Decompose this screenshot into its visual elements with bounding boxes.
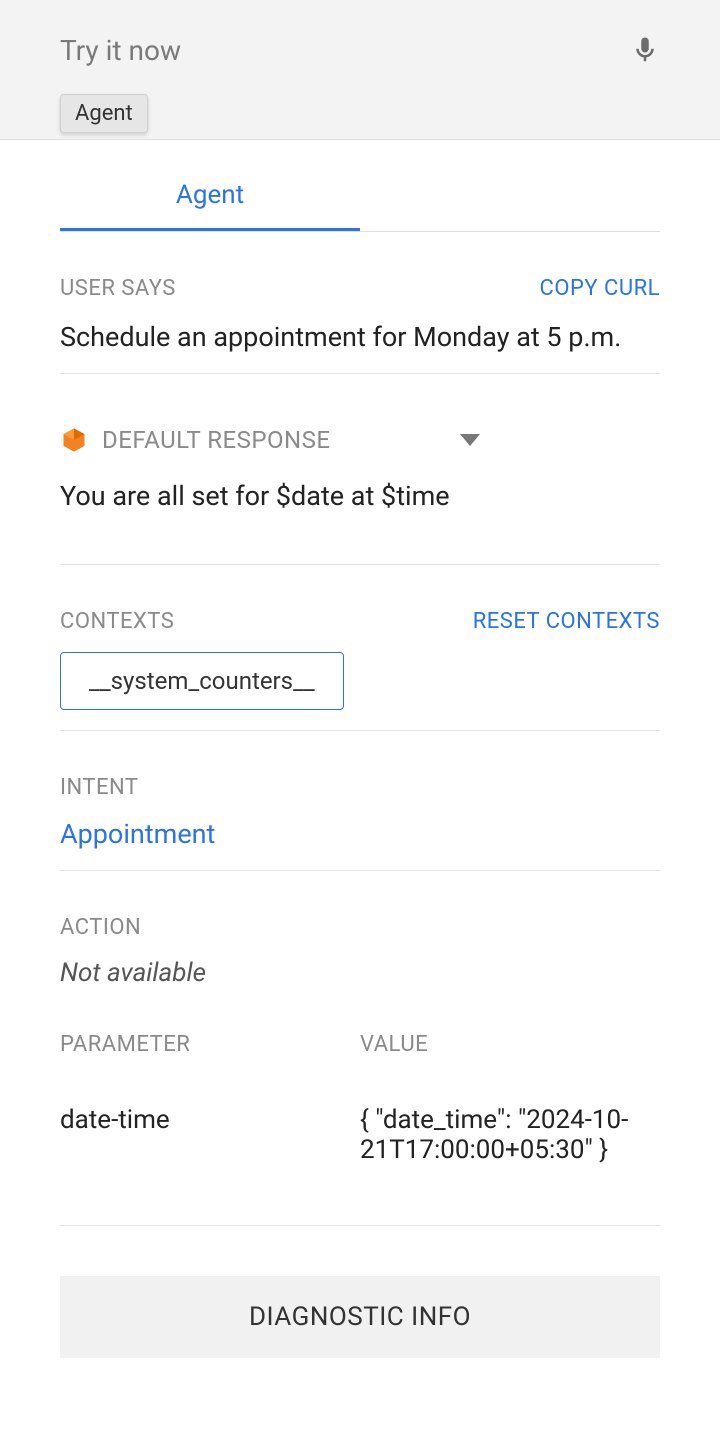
response-header[interactable]: DEFAULT RESPONSE (60, 426, 660, 454)
intent-label: INTENT (60, 775, 660, 800)
divider (60, 373, 660, 374)
action-value: Not available (60, 958, 660, 988)
param-name: date-time (60, 1105, 360, 1165)
tab-empty (360, 150, 660, 231)
agent-chip[interactable]: Agent (60, 94, 148, 133)
try-it-input[interactable]: Try it now (60, 34, 181, 67)
header-bar: Try it now Agent (0, 0, 720, 140)
contexts-label: CONTEXTS (60, 609, 174, 634)
microphone-icon[interactable] (630, 30, 660, 70)
param-value: { "date_time": "2024-10-21T17:00:00+05:3… (360, 1105, 660, 1165)
tab-agent[interactable]: Agent (60, 150, 360, 231)
tab-bar: Agent (60, 150, 660, 232)
value-header: VALUE (360, 1032, 660, 1057)
user-says-label: USER SAYS (60, 276, 176, 301)
diagnostic-info-button[interactable]: DIAGNOSTIC INFO (60, 1276, 660, 1358)
box-icon (60, 426, 88, 454)
parameter-header: PARAMETER (60, 1032, 360, 1057)
reset-contexts-link[interactable]: RESET CONTEXTS (473, 609, 660, 634)
intent-link[interactable]: Appointment (60, 818, 660, 850)
action-label: ACTION (60, 915, 660, 940)
copy-curl-link[interactable]: COPY CURL (540, 276, 661, 301)
user-says-text: Schedule an appointment for Monday at 5 … (60, 321, 660, 353)
chevron-down-icon[interactable] (460, 434, 480, 446)
default-response-label: DEFAULT RESPONSE (102, 426, 446, 454)
context-chip[interactable]: __system_counters__ (60, 652, 344, 710)
response-text: You are all set for $date at $time (60, 480, 660, 565)
divider (60, 1225, 660, 1226)
